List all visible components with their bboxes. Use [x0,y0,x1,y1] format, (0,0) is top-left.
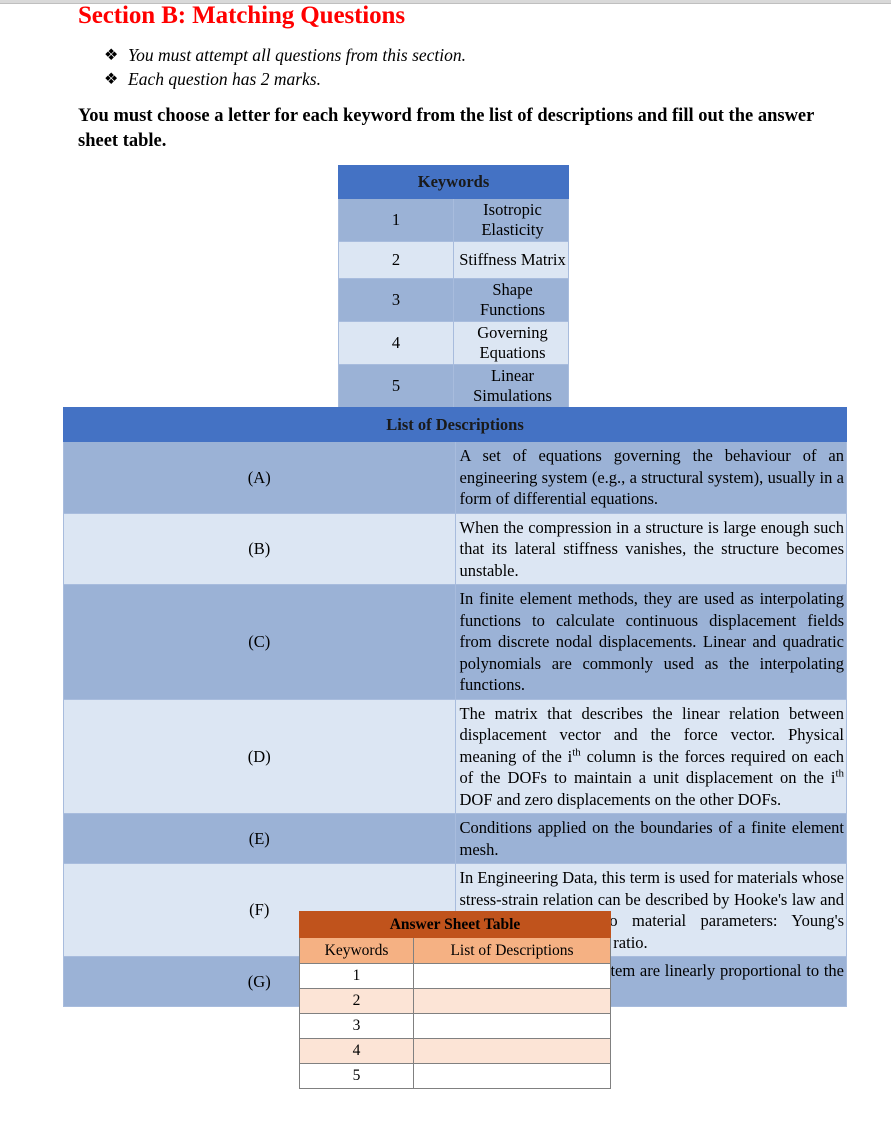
answer-input-cell[interactable] [413,963,611,989]
description-text-part-3: DOF and zero displacements on the other … [459,789,782,809]
table-row: (C) In finite element methods, they are … [63,584,847,700]
description-text: In finite element methods, they are used… [454,584,847,700]
table-row: 1 Isotropic Elasticity [338,198,569,242]
answer-keyword-number: 1 [299,963,414,989]
table-row: 4 [299,1038,611,1064]
keyword-label: Stiffness Matrix [453,241,569,279]
description-letter: (C) [63,584,456,700]
table-row: 5 [299,1063,611,1089]
bullet-item-1-label: You must attempt all questions from this… [128,45,467,65]
description-letter: (E) [63,813,456,864]
bullet-item-2: ❖ Each question has 2 marks. [104,68,804,91]
keyword-label: Linear Simulations [453,364,569,408]
answer-sheet-title: Answer Sheet Table [299,911,611,938]
table-row: 3 Shape Functions [338,278,569,322]
keyword-number: 5 [338,364,454,408]
table-row: (E) Conditions applied on the boundaries… [63,813,847,864]
answer-keyword-number: 3 [299,1013,414,1039]
answer-keyword-number: 2 [299,988,414,1014]
table-row: (B) When the compression in a structure … [63,512,847,585]
description-text: Conditions applied on the boundaries of … [454,813,847,864]
ordinal-suffix: th [572,746,581,758]
descriptions-table-header-row: List of Descriptions [63,407,847,442]
table-row: 3 [299,1013,611,1039]
answer-sheet-table: Answer Sheet Table Keywords List of Desc… [299,911,611,1089]
answer-input-cell[interactable] [413,988,611,1014]
keywords-table-header-row: Keywords [338,165,569,199]
descriptions-table-header: List of Descriptions [63,407,847,442]
answer-keyword-number: 5 [299,1063,414,1089]
page-title: Section B: Matching Questions [78,2,405,29]
answer-sheet-header-row: Keywords List of Descriptions [299,937,611,964]
keyword-label: Shape Functions [453,278,569,322]
keyword-number: 2 [338,241,454,279]
diamond-bullet-icon: ❖ [104,71,119,88]
description-text: A set of equations governing the behavio… [454,441,847,514]
answer-sheet-title-row: Answer Sheet Table [299,911,611,938]
description-letter: (D) [63,698,456,814]
table-row: (D) The matrix that describes the linear… [63,698,847,814]
answer-input-cell[interactable] [413,1038,611,1064]
answer-sheet-column-keywords: Keywords [299,937,414,964]
table-row: 1 [299,963,611,989]
bullet-item-2-label: Each question has 2 marks. [128,69,321,89]
keyword-label: Isotropic Elasticity [453,198,569,242]
instruction-paragraph: You must choose a letter for each keywor… [78,106,815,151]
keyword-label: Governing Equations [453,321,569,365]
answer-input-cell[interactable] [413,1013,611,1039]
description-text: When the compression in a structure is l… [454,512,847,585]
table-row: 2 [299,988,611,1014]
keyword-number: 3 [338,278,454,322]
table-row: 4 Governing Equations [338,321,569,365]
table-row: 2 Stiffness Matrix [338,241,569,279]
description-letter: (A) [63,441,456,514]
answer-keyword-number: 4 [299,1038,414,1064]
diamond-bullet-icon: ❖ [104,47,119,64]
table-row: (A) A set of equations governing the beh… [63,441,847,514]
description-text: The matrix that describes the linear rel… [454,698,847,814]
description-letter: (B) [63,512,456,585]
keyword-number: 4 [338,321,454,365]
keywords-table-header: Keywords [338,165,569,199]
table-row: 5 Linear Simulations [338,364,569,408]
ordinal-suffix: th [835,767,844,780]
instruction-bullet-list: ❖ You must attempt all questions from th… [104,44,804,92]
keyword-number: 1 [338,198,454,242]
answer-sheet-column-descriptions: List of Descriptions [413,937,611,964]
keywords-table: Keywords 1 Isotropic Elasticity 2 Stiffn… [338,165,569,408]
bullet-item-1: ❖ You must attempt all questions from th… [104,44,804,67]
answer-input-cell[interactable] [413,1063,611,1089]
